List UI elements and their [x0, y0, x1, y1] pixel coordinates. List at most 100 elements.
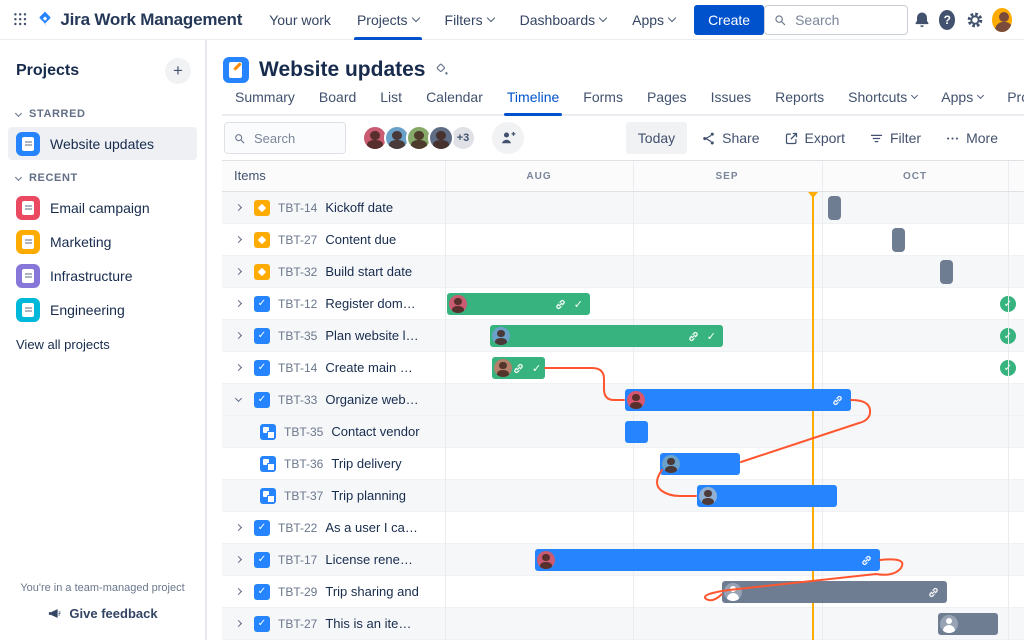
- gantt-bar[interactable]: ✓: [447, 293, 590, 315]
- row-item-cell[interactable]: TBT-27This is an item that: [222, 608, 445, 639]
- avatar[interactable]: [428, 125, 454, 151]
- brand-title: Jira Work Management: [60, 10, 242, 30]
- row-item-cell[interactable]: TBT-35Plan website layout: [222, 320, 445, 351]
- timeline-body: TBT-14Kickoff dateTBT-27Content dueTBT-3…: [222, 192, 1024, 640]
- expander-chevron-right-icon[interactable]: [230, 296, 246, 312]
- link-icon: [831, 394, 844, 407]
- expander-chevron-right-icon[interactable]: [230, 552, 246, 568]
- gantt-bar[interactable]: [625, 421, 648, 443]
- issue-key: TBT-27: [278, 233, 317, 247]
- theme-paint-icon[interactable]: [435, 62, 451, 78]
- chevron-down-icon: [977, 92, 984, 99]
- gantt-bar[interactable]: [625, 389, 851, 411]
- tab-project-settings[interactable]: Project settings: [996, 89, 1024, 114]
- row-item-cell[interactable]: TBT-35Contact vendor: [252, 416, 475, 447]
- timeline-row: TBT-36Trip delivery: [222, 448, 1024, 480]
- filter-button[interactable]: Filter: [859, 122, 931, 154]
- timeline-search[interactable]: [224, 122, 346, 154]
- add-people-button[interactable]: [492, 122, 524, 154]
- timeline-search-input[interactable]: [252, 130, 337, 147]
- tab-timeline[interactable]: Timeline: [496, 89, 570, 114]
- more-button[interactable]: More: [935, 122, 1008, 154]
- expander-chevron-right-icon[interactable]: [230, 232, 246, 248]
- global-search[interactable]: [764, 5, 908, 35]
- share-button[interactable]: Share: [691, 122, 769, 154]
- row-item-cell[interactable]: TBT-29Trip sharing and: [222, 576, 445, 607]
- jira-logo-icon[interactable]: [36, 9, 54, 31]
- tab-list[interactable]: List: [369, 89, 413, 114]
- gantt-bar[interactable]: [828, 196, 841, 220]
- nav-item-filters[interactable]: Filters: [432, 0, 507, 40]
- tab-label: Timeline: [507, 89, 559, 105]
- user-avatar[interactable]: [992, 8, 1012, 32]
- tab-reports[interactable]: Reports: [764, 89, 835, 114]
- sidebar-item-engineering[interactable]: Engineering: [8, 293, 197, 326]
- sidebar-item-website-updates[interactable]: Website updates: [8, 127, 197, 160]
- sidebar-section-header[interactable]: RECENT: [0, 166, 205, 190]
- gantt-bar[interactable]: [722, 581, 947, 603]
- tab-shortcuts[interactable]: Shortcuts: [837, 89, 928, 114]
- expander-chevron-down-icon[interactable]: [230, 392, 246, 408]
- row-item-cell[interactable]: TBT-22As a user I can share: [222, 512, 445, 543]
- assignee-placeholder-icon: [940, 615, 958, 633]
- timeline-header-row: Items AUGSEPOCT: [222, 161, 1024, 192]
- nav-item-your-work[interactable]: Your work: [256, 0, 344, 40]
- gantt-bar[interactable]: [892, 228, 905, 252]
- gantt-bar[interactable]: [938, 613, 998, 635]
- toolbar-actions: TodayShareExportFilterMore: [626, 122, 1008, 154]
- gantt-bar[interactable]: [940, 260, 953, 284]
- nav-item-label: Your work: [269, 12, 331, 28]
- gantt-bar[interactable]: [660, 453, 740, 475]
- link-icon: [554, 298, 567, 311]
- nav-item-projects[interactable]: Projects: [344, 0, 432, 40]
- expander-chevron-right-icon[interactable]: [230, 200, 246, 216]
- row-item-cell[interactable]: TBT-17License renewal for: [222, 544, 445, 575]
- issue-summary: As a user I can share: [325, 520, 419, 535]
- gantt-bar[interactable]: [535, 549, 880, 571]
- expander-chevron-right-icon[interactable]: [230, 584, 246, 600]
- task-type-icon: [254, 392, 270, 408]
- sidebar-item-email-campaign[interactable]: Email campaign: [8, 191, 197, 224]
- sidebar-item-marketing[interactable]: Marketing: [8, 225, 197, 258]
- help-icon[interactable]: ?: [939, 10, 955, 30]
- nav-item-dashboards[interactable]: Dashboards: [507, 0, 620, 40]
- notifications-icon[interactable]: [910, 6, 933, 34]
- sidebar-item-infrastructure[interactable]: Infrastructure: [8, 259, 197, 292]
- gantt-bar[interactable]: [697, 485, 837, 507]
- export-button[interactable]: Export: [774, 122, 855, 154]
- expander-chevron-right-icon[interactable]: [230, 264, 246, 280]
- tab-board[interactable]: Board: [308, 89, 367, 114]
- row-item-cell[interactable]: TBT-14Kickoff date: [222, 192, 445, 223]
- add-project-button[interactable]: +: [165, 58, 191, 84]
- expander-chevron-right-icon[interactable]: [230, 328, 246, 344]
- tab-pages[interactable]: Pages: [636, 89, 698, 114]
- expander-chevron-right-icon[interactable]: [230, 520, 246, 536]
- tab-issues[interactable]: Issues: [700, 89, 762, 114]
- app-switcher-icon[interactable]: [12, 10, 28, 30]
- expander-chevron-right-icon[interactable]: [230, 360, 246, 376]
- tab-apps[interactable]: Apps: [930, 89, 994, 114]
- row-item-cell[interactable]: TBT-32Build start date: [222, 256, 445, 287]
- row-item-cell[interactable]: TBT-37Trip planning: [252, 480, 475, 511]
- row-item-cell[interactable]: TBT-36Trip delivery: [252, 448, 475, 479]
- row-item-cell[interactable]: TBT-14Create main page: [222, 352, 445, 383]
- sidebar-section-header[interactable]: STARRED: [0, 102, 205, 126]
- create-button[interactable]: Create: [694, 5, 764, 35]
- nav-item-apps[interactable]: Apps: [619, 0, 688, 40]
- give-feedback-button[interactable]: Give feedback: [47, 606, 157, 621]
- status-done-icon: [1000, 328, 1016, 344]
- row-item-cell[interactable]: TBT-33Organize webhosting: [222, 384, 445, 415]
- expander-chevron-right-icon[interactable]: [230, 616, 246, 632]
- tab-calendar[interactable]: Calendar: [415, 89, 494, 114]
- global-search-input[interactable]: [793, 11, 899, 29]
- tab-forms[interactable]: Forms: [572, 89, 634, 114]
- view-all-projects-link[interactable]: View all projects: [0, 327, 205, 362]
- member-avatars: +3: [362, 125, 476, 151]
- today-button[interactable]: Today: [626, 122, 687, 154]
- row-item-cell[interactable]: TBT-12Register domain name: [222, 288, 445, 319]
- gantt-bar[interactable]: ✓: [490, 325, 723, 347]
- row-item-cell[interactable]: TBT-27Content due: [222, 224, 445, 255]
- gantt-bar[interactable]: ✓: [492, 357, 545, 379]
- tab-summary[interactable]: Summary: [224, 89, 306, 114]
- settings-gear-icon[interactable]: [963, 6, 986, 34]
